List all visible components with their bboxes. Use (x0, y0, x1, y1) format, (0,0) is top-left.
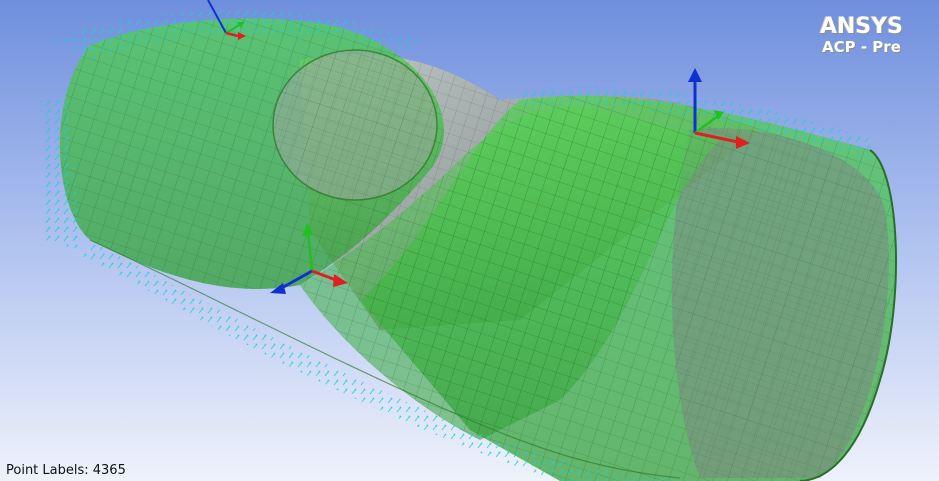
product-name: ACP - Pre (822, 38, 901, 56)
ansys-logo: ANSYS ACP - Pre (820, 16, 903, 55)
model-view[interactable] (0, 0, 939, 481)
point-labels-status: Point Labels: 4365 (6, 463, 126, 478)
graphics-viewport[interactable]: ANSYS ACP - Pre Point Labels: 4365 (0, 0, 939, 481)
logo-wordmark: ANSYS (819, 14, 903, 39)
